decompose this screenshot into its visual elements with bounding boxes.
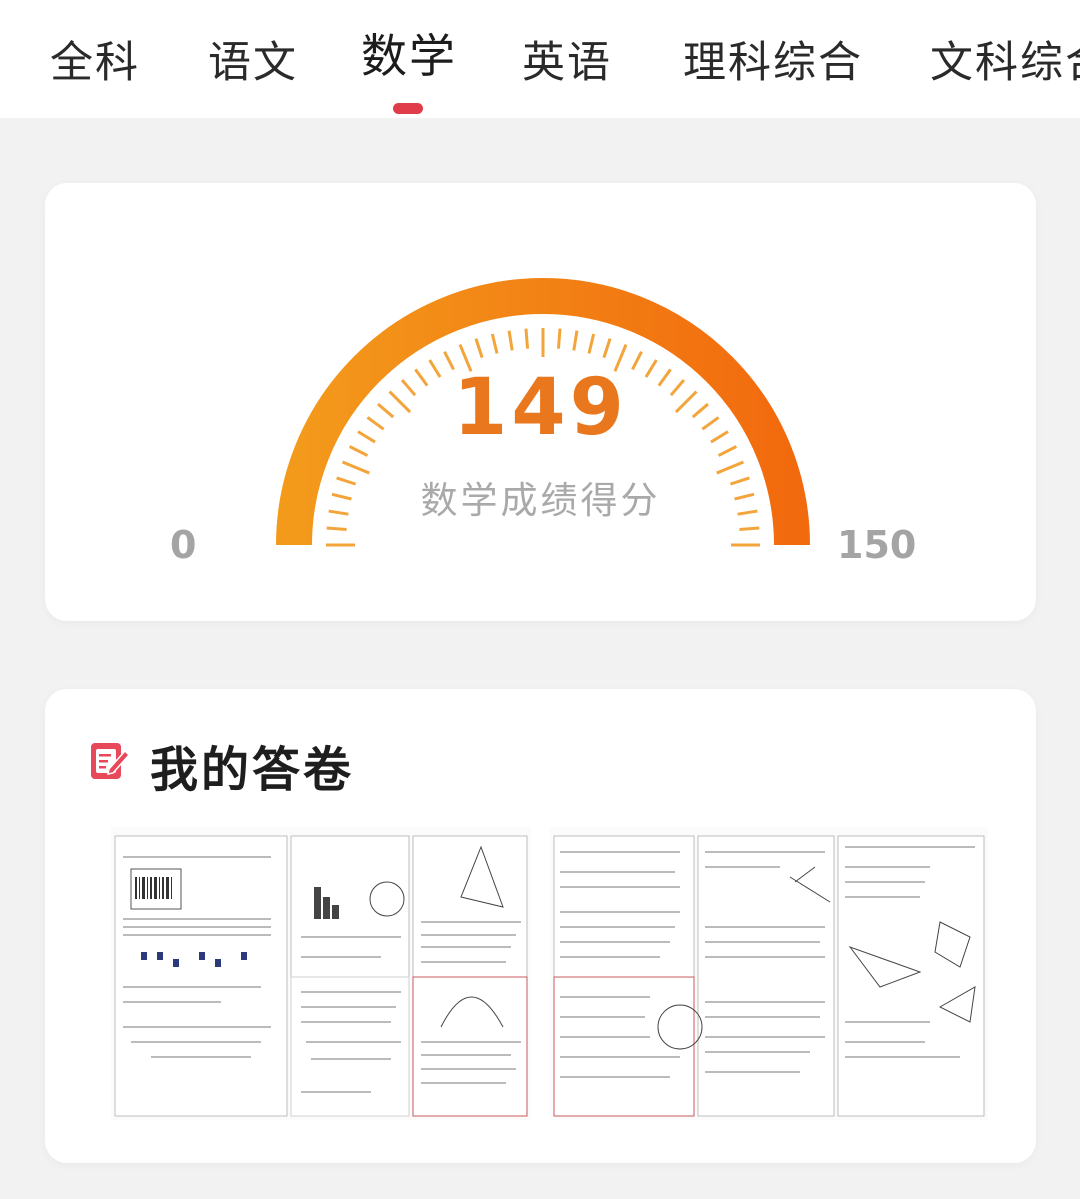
gauge-max-label: 150	[837, 523, 917, 567]
gauge-tick	[572, 330, 579, 351]
gauge-tick	[602, 338, 612, 359]
gauge-tick	[326, 526, 347, 532]
subject-tab-bar: 全科 语文 数学 英语 理科综合 文科综合	[0, 0, 1080, 118]
gauge-min-label: 0	[170, 523, 197, 567]
gauge-tick	[739, 526, 760, 532]
score-caption: 数学成绩得分	[420, 479, 661, 522]
tab-science[interactable]: 理科综合	[683, 28, 863, 90]
tab-all[interactable]: 全科	[50, 28, 140, 90]
answer-sheet-page-2-image	[550, 827, 988, 1120]
tab-english[interactable]: 英语	[522, 28, 612, 90]
gauge-tick	[490, 333, 499, 354]
answer-sheet-card: 我的答卷	[45, 689, 1036, 1163]
gauge-tick	[556, 328, 562, 349]
score-value: 149	[453, 363, 628, 453]
answer-sheet-page-1[interactable]	[111, 827, 531, 1120]
answer-sheet-page-2[interactable]	[550, 827, 988, 1120]
answer-sheet-title: 我的答卷	[150, 742, 355, 798]
tab-math[interactable]: 数学	[361, 20, 457, 86]
gauge-tick	[524, 328, 530, 349]
gauge-tick	[507, 330, 514, 351]
tab-chinese[interactable]: 语文	[208, 28, 298, 90]
tab-liberal-arts[interactable]: 文科综合	[930, 28, 1080, 90]
gauge-tick	[587, 333, 596, 354]
exam-paper-pen-icon	[91, 743, 131, 779]
answer-sheet-page-1-image	[111, 827, 531, 1120]
score-card: 149 数学成绩得分 0 150	[45, 183, 1036, 621]
active-tab-indicator	[393, 103, 423, 114]
gauge-tick	[474, 338, 484, 359]
